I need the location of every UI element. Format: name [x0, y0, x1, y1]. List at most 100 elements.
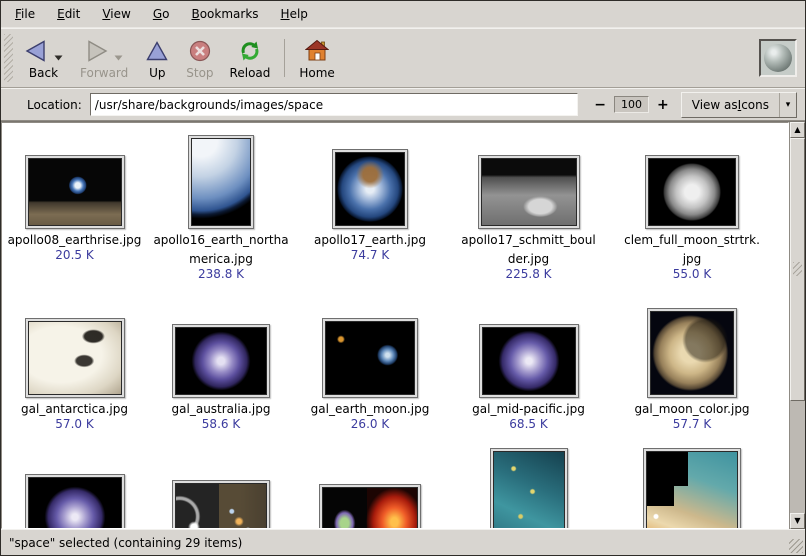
menu-go[interactable]: Go [143, 3, 180, 25]
zoom-level-indicator[interactable]: 100 [614, 96, 649, 113]
file-item[interactable]: apollo16_earth_northamerica.jpg238.8 K [147, 135, 295, 282]
scroll-up-button[interactable]: ▲ [790, 122, 805, 138]
file-thumbnail[interactable] [25, 318, 125, 398]
file-thumbnail[interactable] [322, 318, 418, 398]
file-item[interactable]: gal_mid-pacific.jpg68.5 K [445, 306, 612, 432]
file-item[interactable]: gal_moon_color.jpg57.7 K [612, 306, 772, 432]
file-name: gal_moon_color.jpg [634, 402, 749, 417]
file-item[interactable]: gal_antarctica.jpg57.0 K [2, 306, 147, 432]
file-thumbnail[interactable] [25, 155, 125, 229]
earth-purple2-image [482, 327, 576, 395]
zoom-in-button[interactable]: + [655, 97, 671, 113]
menu-edit[interactable]: Edit [47, 3, 90, 25]
file-name: clem_full_moon_strtrk. [624, 233, 760, 248]
file-item[interactable]: apollo08_earthrise.jpg20.5 K [2, 135, 147, 282]
color-moon-image [650, 311, 734, 395]
file-item[interactable]: gal_earth_moon.jpg26.0 K [295, 306, 445, 432]
file-item[interactable]: apollo17_schmitt_boulder.jpg225.8 K [445, 135, 612, 282]
resize-grip[interactable] [789, 539, 803, 553]
file-thumbnail[interactable] [645, 155, 739, 229]
thumbnail-area [172, 306, 270, 398]
file-item[interactable] [295, 448, 445, 529]
file-name: gal_antarctica.jpg [21, 402, 128, 417]
file-thumbnail[interactable] [479, 324, 579, 398]
menu-view[interactable]: View [92, 3, 140, 25]
earth-purple2-image [28, 477, 122, 529]
scrollbar-thumb[interactable] [790, 138, 805, 401]
file-name: apollo08_earthrise.jpg [8, 233, 142, 248]
file-size: 55.0 K [673, 267, 711, 282]
file-thumbnail[interactable] [172, 480, 270, 529]
file-item[interactable] [2, 448, 147, 529]
file-thumbnail[interactable] [478, 155, 580, 229]
teal-nebula-image [493, 451, 565, 529]
toolbar-button-label: Up [149, 66, 165, 80]
file-item[interactable] [147, 448, 295, 529]
thumbnail-area [332, 135, 408, 229]
menu-help[interactable]: Help [271, 3, 318, 25]
forward-arrow-icon [84, 38, 110, 64]
file-name: jpg [683, 252, 702, 267]
file-item[interactable]: apollo17_earth.jpg74.7 K [295, 135, 445, 282]
file-size: 58.6 K [202, 417, 240, 432]
file-thumbnail[interactable] [319, 484, 421, 529]
thumbnail-area [478, 135, 580, 229]
file-size: 57.0 K [55, 417, 93, 432]
file-name: apollo17_earth.jpg [314, 233, 426, 248]
thumbnail-area [319, 448, 421, 529]
file-thumbnail[interactable] [647, 308, 737, 398]
status-text: "space" selected (containing 29 items) [9, 536, 242, 550]
back-arrow-icon [23, 38, 49, 64]
scrollbar-trough[interactable] [790, 138, 805, 513]
menu-file[interactable]: File [5, 3, 45, 25]
toolbar-button-label: Forward [80, 66, 128, 80]
file-item[interactable] [612, 448, 772, 529]
menu-bar: FileEditViewGoBookmarksHelp [1, 1, 805, 28]
icon-grid-row: apollo08_earthrise.jpg20.5 Kapollo16_ear… [2, 135, 788, 282]
file-thumbnail[interactable] [643, 448, 741, 529]
file-thumbnail[interactable] [172, 324, 270, 398]
file-manager-window: FileEditViewGoBookmarksHelp Back Forward U… [0, 0, 806, 556]
thumbnail-area [645, 135, 739, 229]
antarctica-image [28, 321, 122, 395]
earth-full-image [335, 152, 405, 226]
chevron-down-icon[interactable] [52, 52, 64, 64]
menu-bookmarks[interactable]: Bookmarks [181, 3, 268, 25]
home-button[interactable]: Home [291, 31, 342, 85]
location-input[interactable] [90, 93, 578, 116]
toolbar-grip-handle[interactable] [4, 34, 13, 82]
file-name: gal_mid-pacific.jpg [472, 402, 585, 417]
forward-button: Forward [72, 31, 136, 85]
up-button[interactable]: Up [136, 31, 178, 85]
status-bar: "space" selected (containing 29 items) [1, 529, 805, 555]
thumbnail-area [490, 448, 568, 529]
view-as-dropdown[interactable]: View as Icons ▾ [681, 92, 797, 118]
view-as-label: View as Icons [682, 93, 779, 117]
thumbnail-area [647, 306, 737, 398]
file-item[interactable]: gal_australia.jpg58.6 K [147, 306, 295, 432]
file-thumbnail[interactable] [332, 149, 408, 229]
content-area: apollo08_earthrise.jpg20.5 Kapollo16_ear… [1, 121, 805, 529]
back-button[interactable]: Back [15, 31, 72, 85]
orange-nebula-image [646, 451, 738, 529]
file-name: gal_australia.jpg [172, 402, 271, 417]
thumbnail-area [479, 306, 579, 398]
file-item[interactable]: clem_full_moon_strtrk.jpg55.0 K [612, 135, 772, 282]
file-thumbnail[interactable] [25, 474, 125, 529]
file-thumbnail[interactable] [490, 448, 568, 529]
earth-moon-image [325, 321, 415, 395]
zoom-out-button[interactable]: − [592, 97, 608, 113]
file-name: der.jpg [508, 252, 549, 267]
earth-partial-image [191, 138, 251, 226]
reload-button[interactable]: Reload [222, 31, 279, 85]
toolbar-icon-row [237, 36, 263, 64]
file-grid: apollo08_earthrise.jpg20.5 Kapollo16_ear… [1, 122, 789, 529]
vertical-scrollbar[interactable]: ▲ ▼ [789, 122, 805, 529]
file-item[interactable] [445, 448, 612, 529]
thumbnail-area [172, 448, 270, 529]
combo-down-arrow-icon[interactable]: ▾ [779, 93, 796, 117]
scroll-down-button[interactable]: ▼ [790, 513, 805, 529]
chevron-down-icon [113, 52, 125, 64]
location-label: Location: [27, 98, 82, 112]
file-thumbnail[interactable] [188, 135, 254, 229]
